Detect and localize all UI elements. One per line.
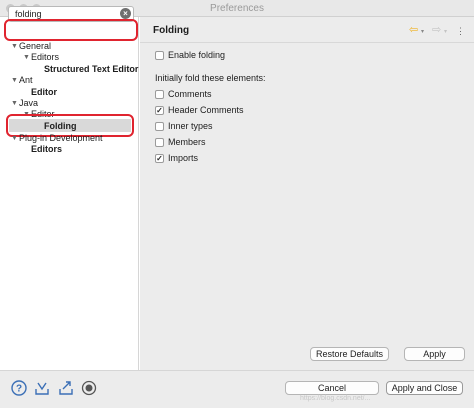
- page-title: Folding: [153, 25, 190, 36]
- expand-plugin-development-icon[interactable]: ▼: [11, 133, 18, 144]
- tree-item-general[interactable]: General: [19, 41, 51, 52]
- preference-page-pane: [140, 17, 474, 370]
- tree-item-java[interactable]: Java: [19, 98, 38, 109]
- expand-general-editors-icon[interactable]: ▼: [23, 52, 30, 63]
- imports-label: Imports: [168, 153, 199, 163]
- restore-defaults-button[interactable]: Restore Defaults: [310, 347, 389, 361]
- title-separator: [140, 42, 474, 43]
- clear-search-icon[interactable]: ×: [120, 8, 131, 19]
- apply-and-close-button[interactable]: Apply and Close: [386, 381, 463, 395]
- forward-menu-chevron-icon[interactable]: ▾: [444, 26, 447, 38]
- forward-arrow-icon[interactable]: ⇨: [432, 24, 441, 36]
- watermark-text: https://blog.csdn.net/...: [300, 395, 371, 402]
- tree-item-structured-text-editor[interactable]: Structured Text Editor: [44, 64, 138, 75]
- header-comments-checkbox[interactable]: ✓: [155, 106, 164, 115]
- comments-checkbox[interactable]: [155, 90, 164, 99]
- svg-text:?: ?: [16, 384, 22, 395]
- expand-ant-icon[interactable]: ▼: [11, 75, 18, 86]
- tree-item-ant-editor[interactable]: Editor: [31, 87, 57, 98]
- initially-fold-label: Initially fold these elements:: [155, 73, 266, 83]
- tree-item-folding[interactable]: Folding: [44, 121, 77, 132]
- record-icon[interactable]: [81, 380, 97, 396]
- inner-types-label: Inner types: [168, 121, 213, 131]
- header-comments-label: Header Comments: [168, 105, 244, 115]
- expand-java-icon[interactable]: ▼: [11, 98, 18, 109]
- filter-search-input[interactable]: [8, 6, 134, 22]
- back-menu-chevron-icon[interactable]: ▾: [421, 26, 424, 38]
- tree-item-java-editor[interactable]: Editor: [31, 109, 55, 120]
- enable-folding-label: Enable folding: [168, 50, 226, 60]
- tree-item-ant[interactable]: Ant: [19, 75, 33, 86]
- tree-item-plugin-development[interactable]: Plug-in Development: [19, 133, 103, 144]
- cancel-button[interactable]: Cancel: [285, 381, 379, 395]
- tree-item-general-editors[interactable]: Editors: [31, 52, 59, 63]
- help-icon[interactable]: ?: [11, 380, 27, 396]
- members-label: Members: [168, 137, 206, 147]
- enable-folding-checkbox[interactable]: [155, 51, 164, 60]
- import-icon[interactable]: [34, 380, 50, 396]
- export-icon[interactable]: [58, 380, 74, 396]
- expand-java-editor-icon[interactable]: ▼: [23, 109, 30, 120]
- comments-label: Comments: [168, 89, 212, 99]
- expand-general-icon[interactable]: ▼: [11, 41, 18, 52]
- imports-checkbox[interactable]: ✓: [155, 154, 164, 163]
- inner-types-checkbox[interactable]: [155, 122, 164, 131]
- back-arrow-icon[interactable]: ⇦: [409, 24, 418, 36]
- view-menu-icon[interactable]: ⋮: [456, 25, 465, 37]
- apply-button[interactable]: Apply: [404, 347, 465, 361]
- tree-item-plugin-editors[interactable]: Editors: [31, 144, 62, 155]
- members-checkbox[interactable]: [155, 138, 164, 147]
